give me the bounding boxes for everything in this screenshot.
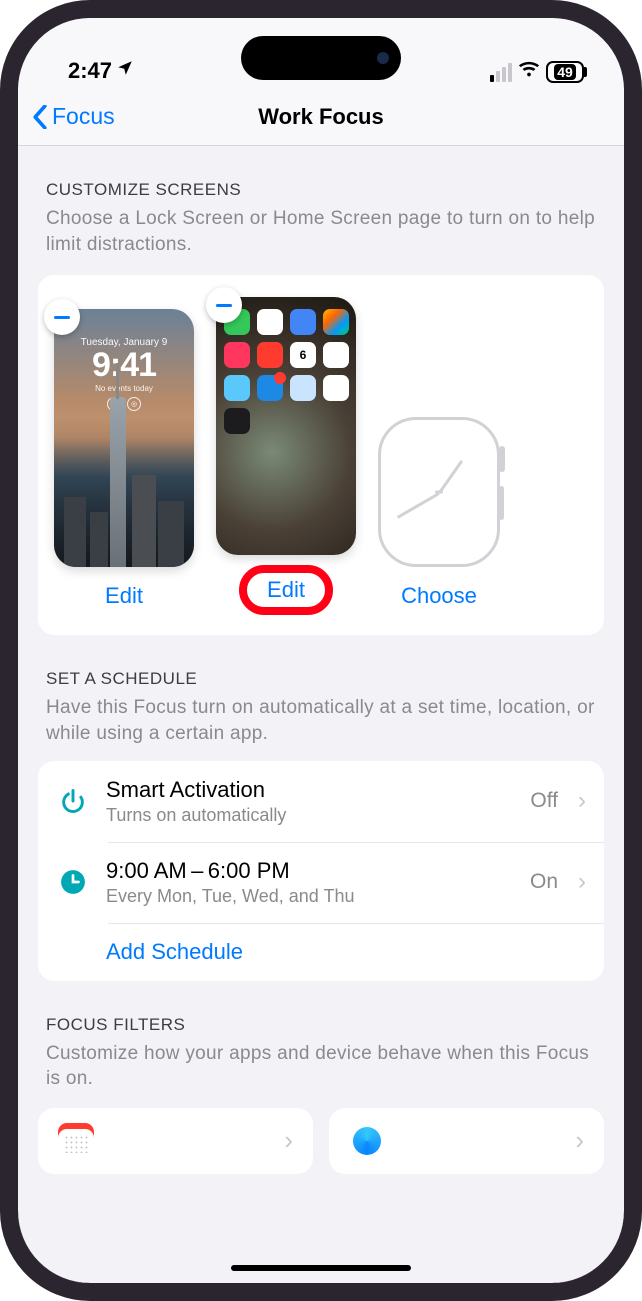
minus-icon: [216, 304, 232, 307]
clock-icon: [56, 869, 90, 895]
battery-indicator: 49: [546, 61, 584, 83]
smart-value: Off: [530, 789, 558, 813]
filter-calendar[interactable]: ›: [38, 1108, 313, 1174]
lock-sub: No events today: [54, 384, 194, 393]
filters-row: › ›: [38, 1108, 604, 1174]
lock-screen-preview[interactable]: Tuesday, January 9 9:41 No events today …: [54, 309, 194, 567]
nav-bar: Focus Work Focus: [18, 88, 624, 146]
minus-icon: [54, 316, 70, 319]
time-title: 9:00 AM – 6:00 PM: [106, 858, 514, 884]
chevron-right-icon: ›: [575, 1125, 584, 1156]
time-sub: Every Mon, Tue, Wed, and Thu: [106, 886, 514, 907]
time-schedule-row[interactable]: 9:00 AM – 6:00 PM Every Mon, Tue, Wed, a…: [38, 842, 604, 923]
home-indicator[interactable]: [231, 1265, 411, 1271]
location-icon: [116, 59, 134, 83]
schedule-title: SET A SCHEDULE: [46, 669, 596, 689]
customize-title: CUSTOMIZE SCREENS: [46, 180, 596, 200]
wifi-icon: [518, 60, 540, 84]
filters-header: FOCUS FILTERS Customize how your apps an…: [18, 981, 624, 1092]
iphone-frame: 2:47 49: [0, 0, 642, 1301]
customize-header: CUSTOMIZE SCREENS Choose a Lock Screen o…: [18, 146, 624, 257]
smart-title: Smart Activation: [106, 777, 514, 803]
status-time: 2:47: [68, 58, 112, 84]
watch-face-item[interactable]: Choose: [378, 347, 500, 615]
dynamic-island: [241, 36, 401, 80]
lock-date: Tuesday, January 9: [54, 337, 194, 348]
lock-edit-button[interactable]: Edit: [83, 577, 165, 615]
time-value: On: [530, 870, 558, 894]
home-edit-button[interactable]: Edit: [239, 565, 333, 615]
filters-desc: Customize how your apps and device behav…: [46, 1041, 596, 1092]
chevron-right-icon: ›: [578, 787, 586, 815]
cell-signal-icon: [490, 63, 512, 82]
safari-icon: [349, 1123, 385, 1159]
filter-safari[interactable]: ›: [329, 1108, 604, 1174]
schedule-header: SET A SCHEDULE Have this Focus turn on a…: [18, 635, 624, 746]
calendar-icon: [58, 1123, 94, 1159]
lock-time: 9:41: [54, 348, 194, 382]
schedule-desc: Have this Focus turn on automatically at…: [46, 695, 596, 746]
power-icon: [56, 787, 90, 815]
add-schedule-label: Add Schedule: [106, 939, 586, 965]
lock-screen-item[interactable]: Tuesday, January 9 9:41 No events today …: [54, 309, 194, 615]
watch-choose-button[interactable]: Choose: [379, 577, 499, 615]
smart-sub: Turns on automatically: [106, 805, 514, 826]
chevron-right-icon: ›: [578, 868, 586, 896]
home-screen-preview[interactable]: [216, 297, 356, 555]
screens-card: Tuesday, January 9 9:41 No events today …: [38, 275, 604, 635]
chevron-right-icon: ›: [284, 1125, 293, 1156]
customize-desc: Choose a Lock Screen or Home Screen page…: [46, 206, 596, 257]
add-schedule-row[interactable]: Add Schedule: [38, 923, 604, 981]
back-label: Focus: [52, 103, 115, 130]
watch-preview[interactable]: [378, 417, 500, 567]
home-screen-item[interactable]: Edit: [216, 297, 356, 615]
schedule-list: Smart Activation Turns on automatically …: [38, 761, 604, 981]
smart-activation-row[interactable]: Smart Activation Turns on automatically …: [38, 761, 604, 842]
filters-title: FOCUS FILTERS: [46, 1015, 596, 1035]
chevron-left-icon: [32, 105, 48, 129]
back-button[interactable]: Focus: [18, 103, 115, 130]
